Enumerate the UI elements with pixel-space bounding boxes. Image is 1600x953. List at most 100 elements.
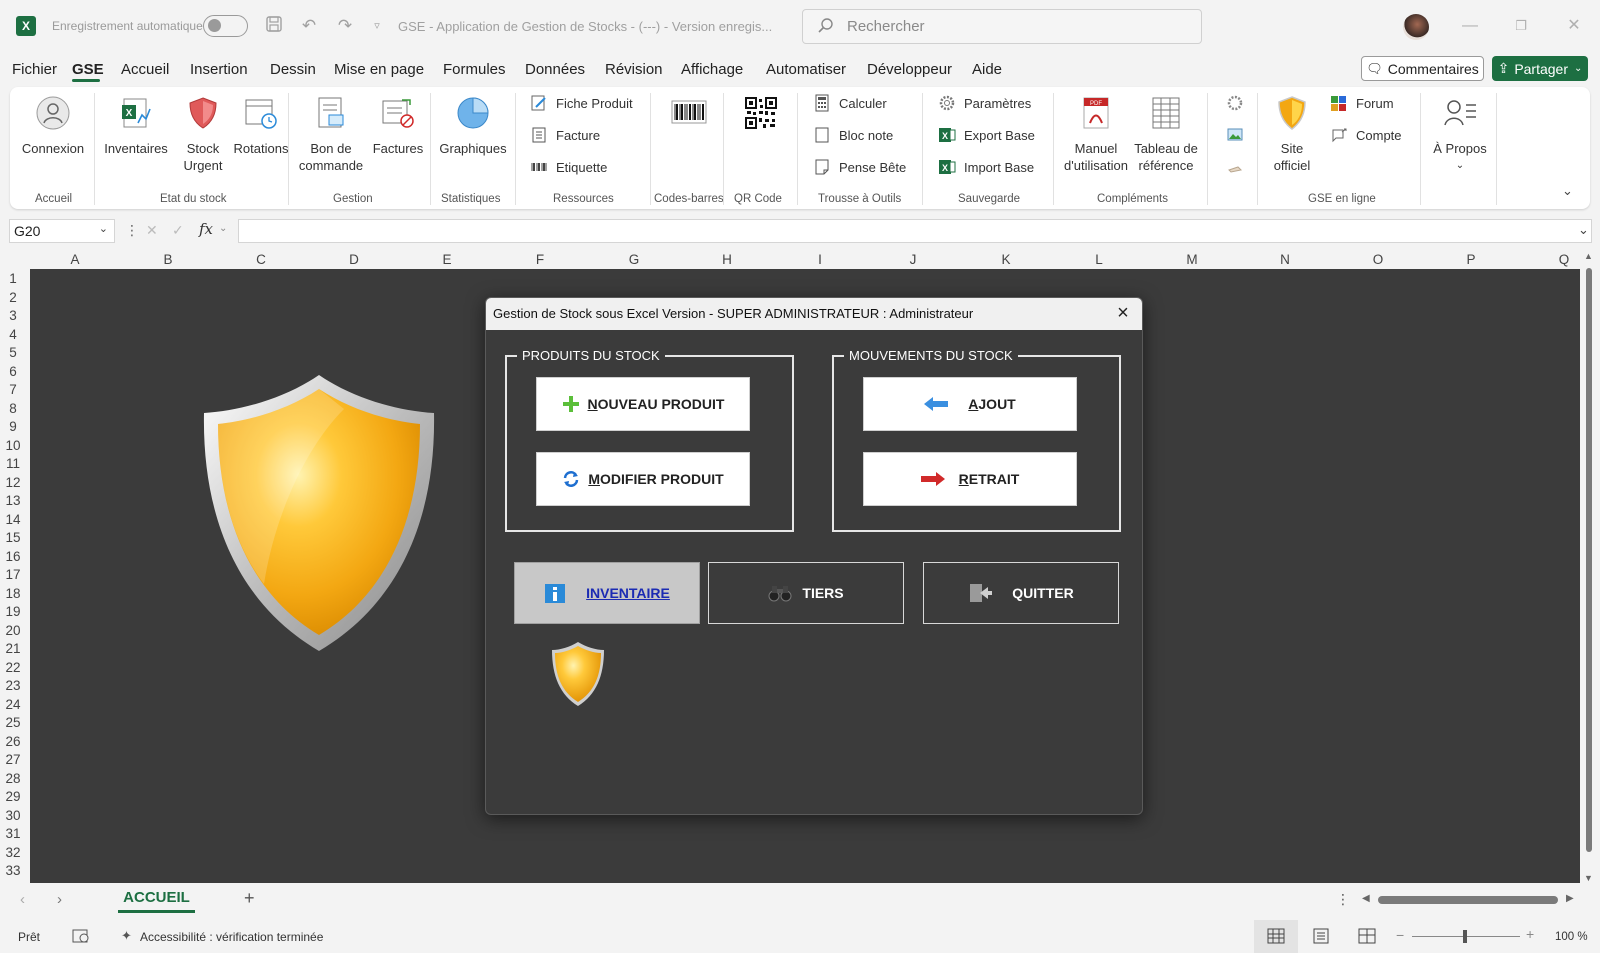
etiquette-button[interactable]: Etiquette — [530, 158, 607, 176]
graphiques-button[interactable]: Graphiques — [436, 95, 510, 157]
misc-button[interactable] — [1226, 158, 1252, 176]
row-header[interactable]: 33 — [0, 863, 26, 878]
comments-button[interactable]: 🗨 Commentaires — [1361, 56, 1484, 81]
row-header[interactable]: 21 — [0, 641, 26, 656]
col-header[interactable]: G — [624, 252, 644, 267]
col-header[interactable]: A — [65, 252, 85, 267]
redo-icon[interactable]: ↷ — [333, 15, 357, 37]
forum-button[interactable]: Forum — [1330, 94, 1394, 112]
inventaire-button[interactable]: INVENTAIRE — [514, 562, 700, 624]
row-header[interactable]: 18 — [0, 586, 26, 601]
col-header[interactable]: D — [344, 252, 364, 267]
row-header[interactable]: 10 — [0, 438, 26, 453]
save-icon[interactable] — [262, 15, 286, 37]
close-window-icon[interactable]: ✕ — [1554, 14, 1594, 38]
row-header[interactable]: 27 — [0, 752, 26, 767]
row-header[interactable]: 13 — [0, 493, 26, 508]
prev-sheet-icon[interactable]: ‹ — [20, 891, 25, 908]
row-header[interactable]: 25 — [0, 715, 26, 730]
tab-fichier[interactable]: Fichier — [12, 61, 57, 78]
row-header[interactable]: 30 — [0, 808, 26, 823]
bloc-note-button[interactable]: Bloc note — [813, 126, 893, 144]
row-header[interactable]: 17 — [0, 567, 26, 582]
row-header[interactable]: 6 — [0, 364, 26, 379]
tab-insertion[interactable]: Insertion — [190, 61, 248, 78]
scroll-up-icon[interactable]: ▲ — [1584, 251, 1593, 261]
customize-qat-icon[interactable]: ▿ — [365, 15, 389, 37]
add-sheet-icon[interactable]: + — [244, 888, 255, 909]
col-header[interactable]: F — [530, 252, 550, 267]
facture-button[interactable]: Facture — [530, 126, 600, 144]
factures-button[interactable]: Factures — [366, 95, 430, 157]
insert-function-icon[interactable]: fx — [199, 220, 213, 238]
collapse-ribbon-icon[interactable]: ⌄ — [1562, 183, 1573, 199]
parametres-button[interactable]: Paramètres — [938, 94, 1031, 112]
share-button[interactable]: ⇪ Partager ⌄ — [1492, 56, 1588, 81]
col-header[interactable]: I — [810, 252, 830, 267]
col-header[interactable]: O — [1368, 252, 1388, 267]
formula-input[interactable] — [238, 219, 1592, 243]
row-header[interactable]: 8 — [0, 401, 26, 416]
normal-view-button[interactable] — [1254, 920, 1298, 953]
sheet-tab-accueil[interactable]: ACCUEIL — [118, 889, 195, 913]
image-button[interactable] — [1226, 126, 1252, 144]
compte-button[interactable]: Compte — [1330, 126, 1402, 144]
rotations-button[interactable]: Rotations — [232, 95, 290, 157]
tab-accueil[interactable]: Accueil — [121, 61, 169, 78]
row-header[interactable]: 20 — [0, 623, 26, 638]
cancel-icon[interactable]: ✕ — [146, 222, 158, 239]
row-header[interactable]: 1 — [0, 271, 26, 286]
tab-gse[interactable]: GSE — [72, 61, 104, 78]
settings-small-button[interactable] — [1226, 94, 1252, 112]
a-propos-button[interactable]: À Propos ⌄ — [1428, 95, 1492, 174]
zoom-slider-thumb[interactable] — [1463, 930, 1467, 943]
dialog-close-icon[interactable]: × — [1113, 303, 1133, 324]
col-header[interactable]: C — [251, 252, 271, 267]
tab-dessin[interactable]: Dessin — [270, 61, 316, 78]
page-break-view-icon[interactable] — [1358, 928, 1376, 947]
tableau-reference-button[interactable]: Tableau de référence — [1132, 95, 1200, 174]
col-header[interactable]: E — [437, 252, 457, 267]
row-header[interactable]: 22 — [0, 660, 26, 675]
restore-icon[interactable]: ❐ — [1501, 14, 1541, 38]
minimize-icon[interactable]: — — [1450, 14, 1490, 38]
row-header[interactable]: 16 — [0, 549, 26, 564]
accessibility-status[interactable]: Accessibilité : vérification terminée — [140, 930, 323, 944]
row-header[interactable]: 7 — [0, 382, 26, 397]
stock-urgent-button[interactable]: Stock Urgent — [174, 95, 232, 174]
export-base-button[interactable]: X Export Base — [938, 126, 1035, 144]
page-layout-view-icon[interactable] — [1312, 928, 1330, 947]
col-header[interactable]: N — [1275, 252, 1295, 267]
col-header[interactable]: Q — [1554, 252, 1574, 267]
quitter-button[interactable]: Q UITTER — [923, 562, 1119, 624]
col-header[interactable]: P — [1461, 252, 1481, 267]
qr-code-button[interactable] — [730, 95, 792, 140]
calculer-button[interactable]: Calculer — [813, 94, 887, 112]
zoom-in-icon[interactable]: + — [1526, 926, 1534, 942]
row-header[interactable]: 31 — [0, 826, 26, 841]
pense-bete-button[interactable]: Pense Bête — [813, 158, 906, 176]
accessibility-icon[interactable]: ✦ — [121, 928, 132, 944]
row-header[interactable]: 9 — [0, 419, 26, 434]
row-header[interactable]: 3 — [0, 308, 26, 323]
tab-formules[interactable]: Formules — [443, 61, 506, 78]
row-header[interactable]: 5 — [0, 345, 26, 360]
col-header[interactable]: J — [903, 252, 923, 267]
row-header[interactable]: 11 — [0, 456, 26, 471]
tab-developpeur[interactable]: Développeur — [867, 61, 952, 78]
row-header[interactable]: 24 — [0, 697, 26, 712]
more-options-icon[interactable]: ⋮ — [1336, 891, 1350, 908]
macro-record-icon[interactable] — [72, 928, 90, 944]
tab-revision[interactable]: Révision — [605, 61, 663, 78]
name-box[interactable]: G20 ⌄ — [9, 219, 115, 243]
col-header[interactable]: H — [717, 252, 737, 267]
row-header[interactable]: 14 — [0, 512, 26, 527]
site-officiel-button[interactable]: Site officiel — [1264, 95, 1320, 174]
zoom-level[interactable]: 100 % — [1555, 931, 1588, 943]
row-header[interactable]: 4 — [0, 327, 26, 342]
col-header[interactable]: L — [1089, 252, 1109, 267]
horizontal-scrollbar-thumb[interactable] — [1378, 896, 1558, 904]
row-header[interactable]: 28 — [0, 771, 26, 786]
row-header[interactable]: 19 — [0, 604, 26, 619]
zoom-out-icon[interactable]: − — [1396, 927, 1404, 943]
